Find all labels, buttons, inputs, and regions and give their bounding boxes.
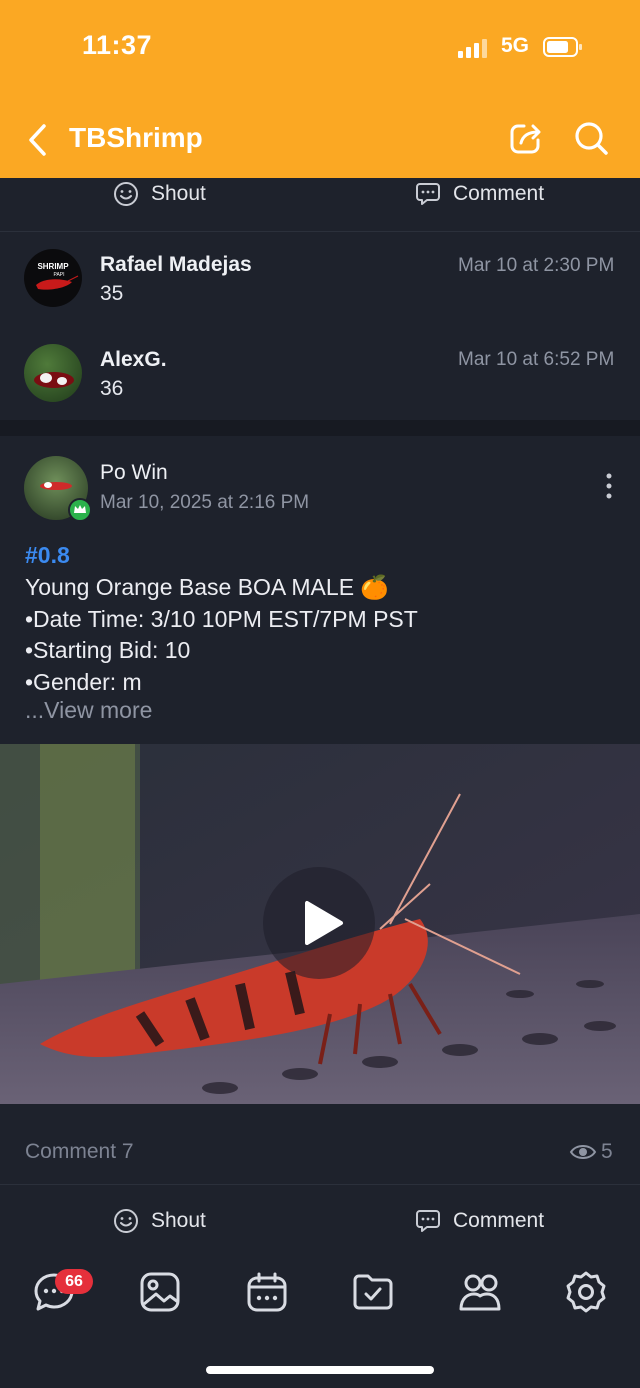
avatar[interactable]	[24, 344, 82, 402]
comment-time: Mar 10 at 2:30 PM	[458, 255, 615, 276]
comment-label: Comment	[453, 1209, 545, 1232]
shout-label: Shout	[151, 1209, 206, 1232]
signal-icon	[458, 39, 487, 58]
notification-badge: 66	[55, 1269, 93, 1294]
view-count: 5	[601, 1140, 613, 1163]
divider	[0, 231, 640, 232]
avatar[interactable]: SHRIMP PAPI	[24, 249, 82, 307]
shout-button[interactable]: Shout	[113, 181, 206, 207]
smile-icon	[114, 182, 138, 206]
comment-author[interactable]: AlexG.	[100, 348, 167, 372]
divider	[0, 1184, 640, 1185]
svg-text:SHRIMP: SHRIMP	[37, 262, 69, 271]
play-icon	[305, 901, 343, 945]
app-header: 11:37 5G TBShrimp	[0, 0, 640, 178]
home-indicator[interactable]	[206, 1366, 434, 1374]
comment-count[interactable]: Comment 7	[25, 1140, 134, 1164]
shrimp-papi-logo: SHRIMP PAPI	[36, 262, 79, 290]
comment-text: 36	[100, 377, 124, 400]
back-icon[interactable]	[24, 122, 52, 158]
play-button[interactable]	[263, 867, 375, 979]
comment-button[interactable]: Comment	[415, 181, 544, 207]
image-icon[interactable]	[138, 1270, 182, 1314]
post-line: •Date Time: 3/10 10PM EST/7PM PST	[25, 606, 418, 632]
search-icon[interactable]	[571, 118, 611, 158]
comment-button[interactable]: Comment	[415, 1208, 544, 1234]
section-gap	[0, 420, 640, 436]
shout-button[interactable]: Shout	[113, 1208, 206, 1234]
post-tag-link[interactable]: #0.8	[25, 542, 70, 569]
shout-label: Shout	[151, 182, 206, 205]
smile-icon	[114, 1209, 138, 1233]
view-more-link[interactable]: ...View more	[25, 697, 152, 724]
post-line: •Gender: m	[25, 669, 142, 695]
comment-label: Comment	[453, 182, 545, 205]
svg-text:PAPI: PAPI	[53, 272, 64, 278]
comment-icon	[416, 1210, 440, 1232]
post-date: Mar 10, 2025 at 2:16 PM	[100, 492, 310, 513]
shrimp-photo	[34, 372, 74, 388]
post-line: •Starting Bid: 10	[25, 637, 191, 663]
comment-author[interactable]: Rafael Madejas	[100, 253, 252, 277]
post-author[interactable]: Po Win	[100, 461, 168, 485]
crown-badge-icon	[68, 498, 92, 522]
eye-icon	[569, 1145, 597, 1159]
comment-text: 35	[100, 282, 124, 305]
folder-check-icon[interactable]	[351, 1270, 395, 1314]
share-icon[interactable]	[506, 118, 546, 158]
comment-time: Mar 10 at 6:52 PM	[458, 349, 615, 370]
more-options-icon[interactable]	[598, 471, 620, 501]
calendar-icon[interactable]	[245, 1270, 289, 1314]
comment-icon	[416, 183, 440, 205]
battery-icon	[543, 37, 582, 57]
page-title: TBShrimp	[69, 122, 203, 153]
gear-icon[interactable]	[564, 1270, 608, 1314]
network-label: 5G	[501, 34, 530, 57]
status-time: 11:37	[82, 30, 153, 60]
post-line: Young Orange Base BOA MALE 🍊	[25, 574, 390, 600]
people-icon[interactable]	[458, 1270, 502, 1314]
